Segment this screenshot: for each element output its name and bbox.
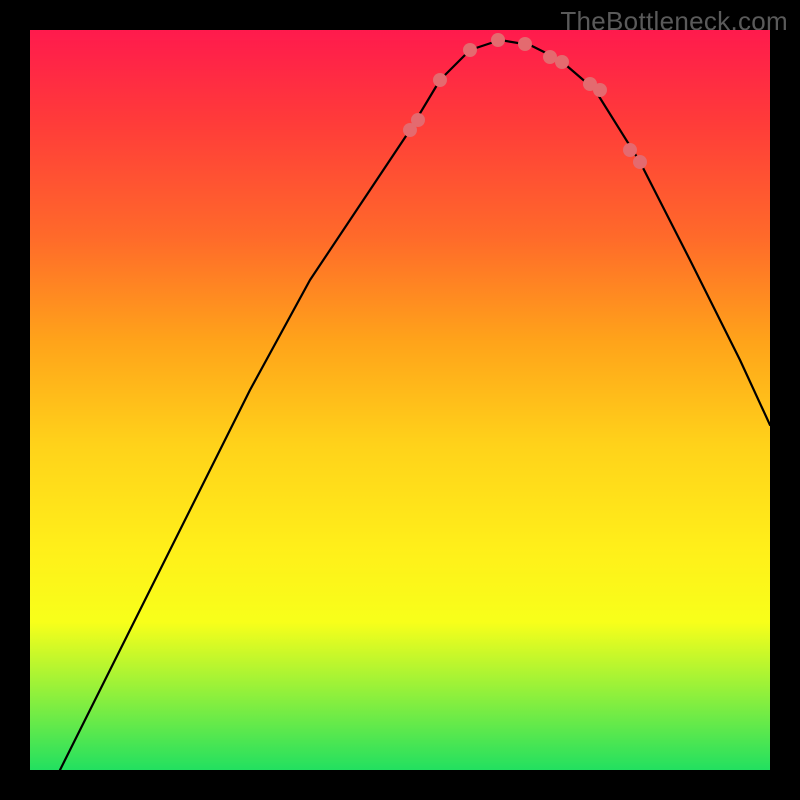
highlight-point: [633, 155, 647, 169]
highlight-point: [623, 143, 637, 157]
chart-svg: [30, 30, 770, 770]
highlight-point: [491, 33, 505, 47]
highlight-point: [463, 43, 477, 57]
plot-area: [30, 30, 770, 770]
highlight-point: [593, 83, 607, 97]
highlight-point: [518, 37, 532, 51]
bottleneck-curve: [60, 40, 770, 770]
highlight-point: [555, 55, 569, 69]
highlight-point: [433, 73, 447, 87]
chart-frame: TheBottleneck.com: [0, 0, 800, 800]
highlight-points: [403, 33, 647, 169]
highlight-point: [411, 113, 425, 127]
highlight-point: [543, 50, 557, 64]
